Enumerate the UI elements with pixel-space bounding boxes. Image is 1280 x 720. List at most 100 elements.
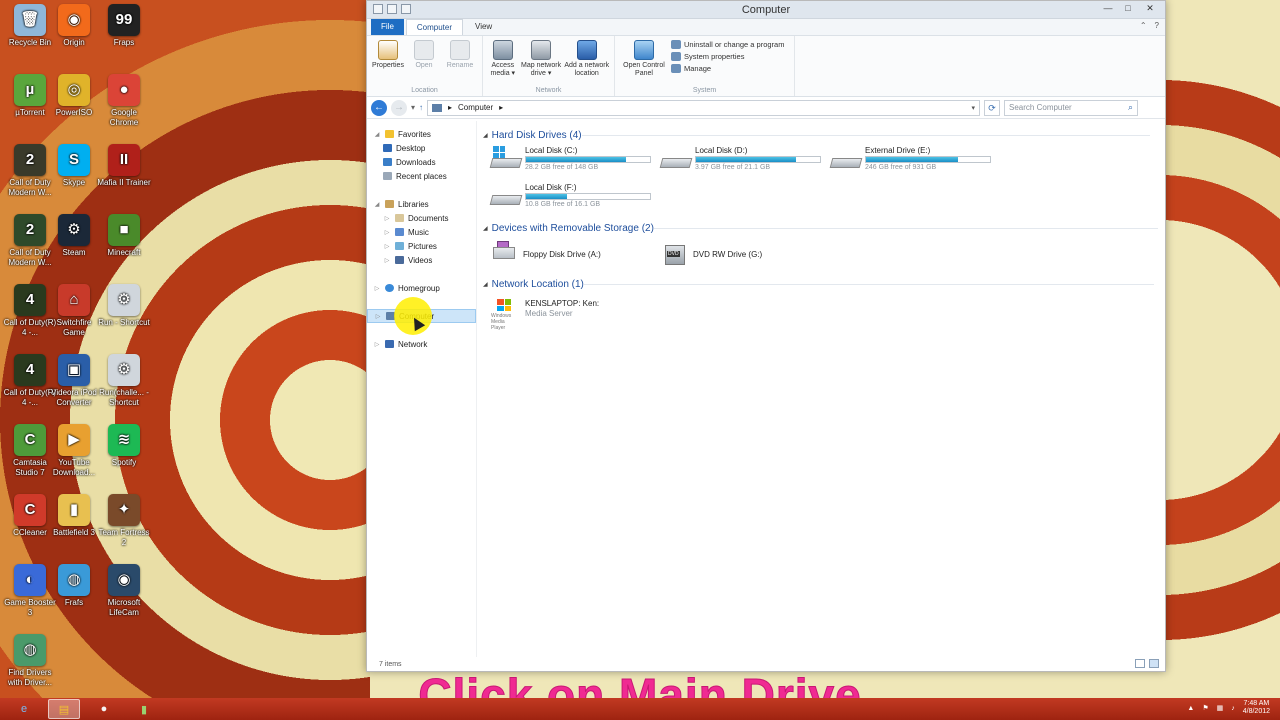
desktop-icon[interactable]: ◉ Microsoft LifeCam [96,564,152,618]
details-view-icon[interactable] [1135,659,1145,668]
drive-e[interactable]: External Drive (E:) 246 GB free of 931 GB [829,146,1001,182]
collapse-icon[interactable]: ◢ [483,281,488,288]
network-media-server[interactable]: Windows Media Player KENSLAPTOP: Ken: Me… [491,299,600,331]
tray-arrow-icon[interactable]: ▲ [1187,705,1194,712]
taskbar-ie-icon[interactable]: e [8,699,40,719]
nav-network-label: Network [398,339,428,349]
nav-favorites[interactable]: ◢ Favorites [367,127,476,141]
desktop-icon[interactable]: ⚙ Run - Shortcut [96,284,152,328]
desktop-icon[interactable]: ▶ YouTube Download... [46,424,102,478]
desktop-app-icon: ● [108,74,140,106]
desktop-icon[interactable]: ⚙ Run(challe... - Shortcut [96,354,152,408]
group-header-removable[interactable]: ◢ Devices with Removable Storage (2) [483,221,1158,235]
uninstall-program-link[interactable]: Uninstall or change a program [671,40,784,49]
tray-network-icon[interactable]: ▦ [1217,704,1224,712]
desktop-icon[interactable]: ✦ Team Fortress 2 [96,494,152,548]
desktop-icon[interactable]: ■ Minecraft [96,214,152,258]
expand-icon[interactable]: ▷ [373,341,381,348]
properties-quick-icon[interactable] [373,4,383,14]
desktop-icon[interactable]: ◍ Frafs [46,564,102,608]
drive-c[interactable]: Local Disk (C:) 28.2 GB free of 148 GB [489,146,661,182]
expand-icon[interactable]: ▷ [374,313,382,320]
clock[interactable]: 7:48 AM 4/8/2012 [1243,700,1270,716]
taskbar-camtasia-icon[interactable]: ▮ [128,699,160,719]
window-title: Computer [741,4,791,16]
documents-icon [395,214,404,222]
expand-icon[interactable]: ▷ [383,257,391,264]
drive-d[interactable]: Local Disk (D:) 3.97 GB free of 21.1 GB [659,146,831,182]
desktop-icon[interactable]: ◉ Origin [46,4,102,48]
expand-icon[interactable]: ▷ [383,229,391,236]
nav-homegroup-label: Homegroup [398,283,440,293]
desktop-icon[interactable]: ⚙ Steam [46,214,102,258]
search-input[interactable]: Search Computer ⌕ [1004,99,1139,116]
customize-quick-icon[interactable] [401,4,411,14]
nav-videos[interactable]: ▷ Videos [367,253,476,267]
nav-downloads[interactable]: Downloads [367,155,476,169]
back-button[interactable]: ← [371,99,387,116]
group-header-hard-disk[interactable]: ◢ Hard Disk Drives (4) [483,128,1150,142]
nav-network[interactable]: ▷ Network [367,337,476,351]
desktop-icon [383,144,392,152]
minimize-button[interactable]: — [1099,2,1117,15]
tray-flag-icon[interactable]: ⚑ [1202,704,1208,712]
nav-music[interactable]: ▷ Music [367,225,476,239]
expand-icon[interactable]: ▷ [373,285,381,292]
nav-desktop[interactable]: Desktop [367,141,476,155]
collapse-icon[interactable]: ◢ [373,131,381,138]
manage-link[interactable]: Manage [671,64,784,73]
tab-view[interactable]: View [465,19,502,35]
breadcrumb-computer[interactable]: Computer [458,103,493,112]
desktop-icon[interactable]: 99 Fraps [96,4,152,48]
desktop-icon[interactable]: II Mafia II Trainer [96,144,152,188]
minimize-ribbon-icon[interactable]: ⌃ [1140,21,1147,30]
dvd-drive-g[interactable]: DVD DVD RW Drive (G:) [661,241,762,267]
expand-icon[interactable]: ▷ [383,215,391,222]
address-dropdown-icon[interactable]: ▾ [972,104,976,112]
desktop-icon[interactable]: ◎ PowerISO [46,74,102,118]
collapse-icon[interactable]: ◢ [483,225,488,232]
collapse-icon[interactable]: ◢ [483,132,488,139]
taskbar-chrome-icon[interactable]: ● [88,699,120,719]
tab-computer[interactable]: Computer [405,19,464,35]
tray-volume-icon[interactable]: ♪ [1231,705,1235,712]
nav-pictures[interactable]: ▷ Pictures [367,239,476,253]
media-server-subtitle: Media Server [525,309,573,318]
recent-locations-chevron-icon[interactable]: ▾ [411,103,415,112]
refresh-button[interactable]: ⟳ [984,99,1001,116]
breadcrumb-separator-trailing[interactable]: ▸ [499,103,503,112]
help-icon[interactable]: ? [1155,21,1159,30]
group-header-network-location[interactable]: ◢ Network Location (1) [483,277,1154,291]
nav-recent-places[interactable]: Recent places [367,169,476,183]
group-divider [653,228,1158,229]
tab-file[interactable]: File [371,19,404,35]
media-server-name: KENSLAPTOP: Ken: [525,299,600,308]
address-field[interactable]: ▸ Computer ▸ ▾ [427,99,981,116]
drive-f[interactable]: Local Disk (F:) 10.8 GB free of 16.1 GB [489,183,661,219]
collapse-icon[interactable]: ◢ [373,201,381,208]
desktop-icon[interactable]: ▮ Battlefield 3 [46,494,102,538]
new-folder-quick-icon[interactable] [387,4,397,14]
floppy-drive-a[interactable]: Floppy Disk Drive (A:) [491,241,601,267]
system-properties-link[interactable]: System properties [671,52,784,61]
desktop-icon[interactable]: ● Google Chrome [96,74,152,128]
large-icons-view-icon[interactable] [1149,659,1159,668]
nav-libraries[interactable]: ◢ Libraries [367,197,476,211]
location-group-label: Location [411,87,438,94]
desktop-icon[interactable]: ▣ Videora iPod Converter [46,354,102,408]
expand-icon[interactable]: ▷ [383,243,391,250]
maximize-button[interactable]: □ [1119,2,1137,15]
desktop-icon[interactable]: ⌂ Switchfire Game [46,284,102,338]
drive-name: Local Disk (D:) [695,146,748,155]
close-button[interactable]: ✕ [1139,2,1161,15]
search-icon[interactable]: ⌕ [1128,102,1133,113]
nav-homegroup[interactable]: ▷ Homegroup [367,281,476,295]
nav-documents[interactable]: ▷ Documents [367,211,476,225]
forward-button[interactable]: → [391,99,407,116]
desktop-icon[interactable]: S Skype [46,144,102,188]
floppy-label: Floppy Disk Drive (A:) [523,249,601,259]
desktop-icon[interactable]: ≋ Spotify [96,424,152,468]
up-arrow-icon[interactable]: ↑ [419,103,423,112]
desktop-icon-label: PowerISO [55,108,93,117]
taskbar-explorer-icon[interactable]: ▤ [48,699,80,719]
